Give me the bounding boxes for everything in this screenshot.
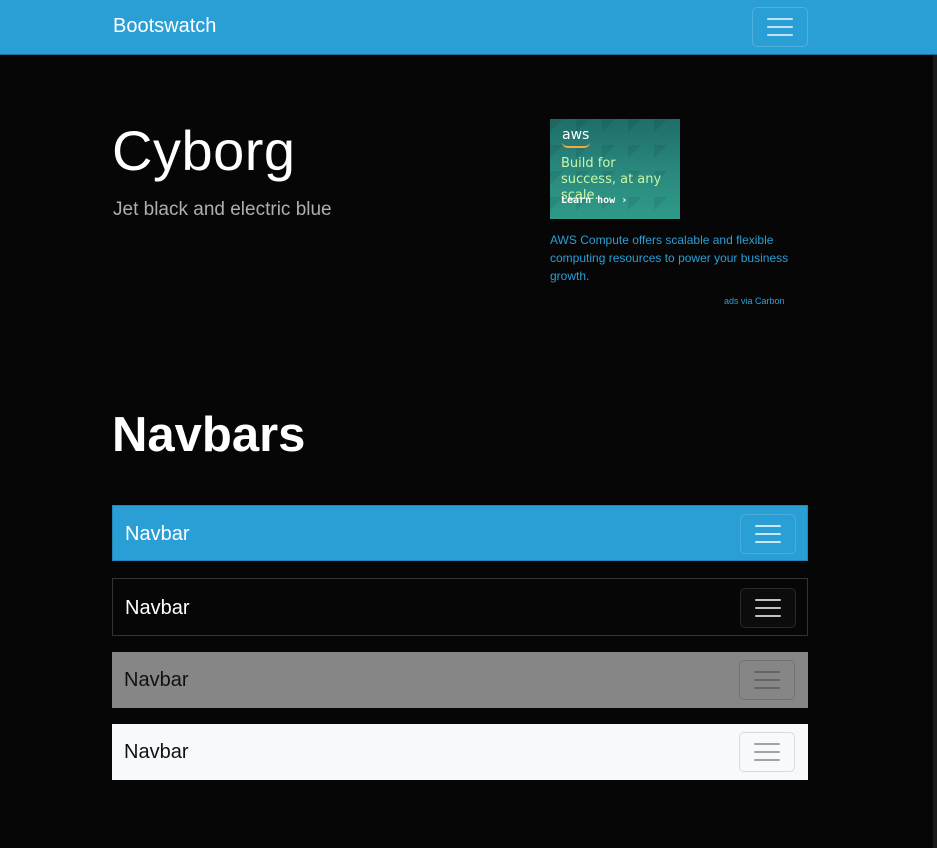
hamburger-icon (754, 743, 780, 761)
navbar-light: Navbar (112, 724, 808, 780)
ad-image-link[interactable]: aws Build for success, at any scale. Lea… (550, 119, 680, 219)
page-title: Cyborg (112, 119, 296, 182)
navbar-brand-link[interactable]: Navbar (125, 523, 189, 546)
section-title: Navbars (112, 408, 306, 462)
navbar-toggler-button[interactable] (739, 732, 795, 772)
navbar-brand-link[interactable]: Navbar (125, 597, 189, 620)
hamburger-icon (754, 671, 780, 689)
top-navbar-toggler-button[interactable] (752, 7, 808, 47)
navbar-brand-link[interactable]: Navbar (124, 741, 188, 764)
navbar-dark: Navbar (112, 578, 808, 636)
page-subtitle: Jet black and electric blue (113, 199, 332, 220)
ad-logo-text: aws (562, 127, 590, 143)
aws-smile-icon (562, 142, 590, 148)
navbar-toggler-button[interactable] (740, 514, 796, 554)
navbar-secondary: Navbar (112, 652, 808, 708)
ad-text-link[interactable]: AWS Compute offers scalable and flexible… (550, 231, 800, 285)
scrollbar[interactable] (933, 55, 937, 848)
hamburger-icon (755, 599, 781, 617)
navbar-primary: Navbar (112, 505, 808, 561)
site-brand-link[interactable]: Bootswatch (113, 15, 216, 38)
ads-via-carbon-link[interactable]: ads via Carbon (724, 296, 785, 306)
hamburger-icon (755, 525, 781, 543)
top-navbar: Bootswatch (0, 0, 937, 55)
navbar-toggler-button[interactable] (740, 588, 796, 628)
navbar-brand-link[interactable]: Navbar (124, 669, 188, 692)
hamburger-icon (767, 18, 793, 36)
navbar-toggler-button[interactable] (739, 660, 795, 700)
ad-image-cta: Learn how › (561, 195, 628, 206)
